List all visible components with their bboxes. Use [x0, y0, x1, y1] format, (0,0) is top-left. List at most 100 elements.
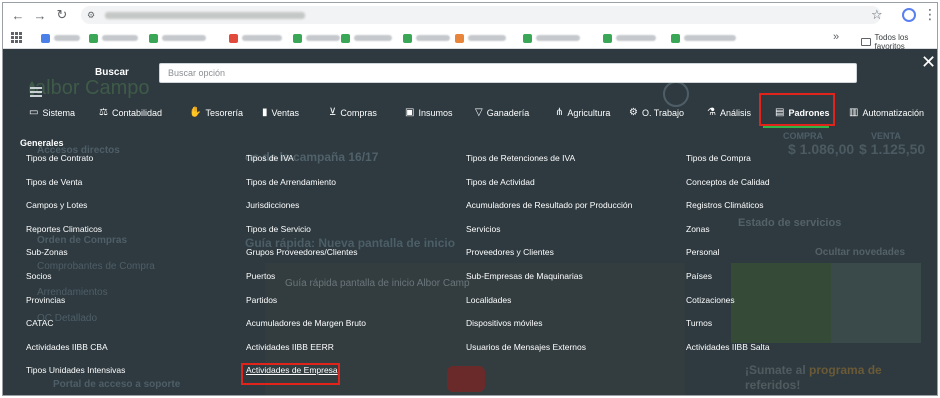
- hide-news-link: Ocultar novedades: [815, 247, 906, 258]
- analysis-icon: ⚗: [707, 107, 716, 118]
- bookmarks-bar: » Todos los favoritos: [3, 27, 937, 51]
- submenu-option-conceptos-de-calidad[interactable]: Conceptos de Calidad: [686, 177, 770, 187]
- profile-avatar-icon[interactable]: [902, 8, 916, 22]
- side-item: Orden de Compras: [37, 235, 128, 246]
- bookmark-item[interactable]: [229, 33, 282, 43]
- bookmark-item[interactable]: [671, 33, 736, 43]
- submenu-option-registros-climaticos[interactable]: Registros Climáticos: [686, 200, 763, 210]
- video-title: Guía rápida pantalla de inicio Albor Cam…: [285, 278, 470, 289]
- reload-icon[interactable]: ↻: [51, 4, 73, 26]
- menu-o-trabajo[interactable]: ⚙ O. Trabajo: [629, 106, 684, 120]
- bookmark-item[interactable]: [41, 33, 80, 43]
- submenu-option-paises[interactable]: Países: [686, 271, 712, 281]
- bookmark-item[interactable]: [403, 33, 450, 43]
- browser-menu-icon[interactable]: ⋮: [923, 6, 937, 22]
- menu-ganaderia[interactable]: ▽ Ganadería: [475, 106, 529, 120]
- submenu-option-tipos-de-venta[interactable]: Tipos de Venta: [26, 177, 82, 187]
- search-input[interactable]: Buscar opción: [159, 63, 857, 83]
- submenu-option-acumuladores-de-margen-bruto[interactable]: Acumuladores de Margen Bruto: [246, 318, 366, 328]
- submenu-option-tipos-de-iva[interactable]: Tipos de IVA: [246, 153, 294, 163]
- submenu-option-tipos-de-servicio[interactable]: Tipos de Servicio: [246, 224, 311, 234]
- submenu-option-actividades-iibb-salta[interactable]: Actividades IIBB Salta: [686, 342, 770, 352]
- dolar-compra-value: $ 1.086,00: [788, 141, 855, 157]
- bookmark-item[interactable]: [293, 33, 340, 43]
- submenu-option-actividades-iibb-cba[interactable]: Actividades IIBB CBA: [26, 342, 108, 352]
- submenu-option-reportes-climaticos[interactable]: Reportes Climaticos: [26, 224, 102, 234]
- forward-arrow-icon[interactable]: →: [29, 4, 51, 26]
- scale-icon: ⚖: [99, 107, 108, 118]
- submenu-option-personal[interactable]: Personal: [686, 247, 720, 257]
- bookmark-item[interactable]: [341, 33, 392, 43]
- submenu-option-servicios[interactable]: Servicios: [466, 224, 500, 234]
- menu-contabilidad[interactable]: ⚖ Contabilidad: [99, 106, 162, 120]
- folder-icon: [861, 38, 871, 46]
- play-icon: [447, 366, 485, 392]
- menu-agricultura[interactable]: ⋔ Agricultura: [555, 106, 610, 120]
- compra-label: COMPRA: [783, 131, 823, 141]
- menu-tesoreria[interactable]: ✋ Tesorería: [189, 106, 243, 120]
- side-item: Portal de acceso a soporte: [53, 379, 181, 390]
- menu-insumos[interactable]: ▣ Insumos: [405, 106, 452, 120]
- hamburger-menu-icon[interactable]: [30, 87, 42, 97]
- submenu-option-catac[interactable]: CATAC: [26, 318, 54, 328]
- box-icon: ▣: [405, 107, 415, 118]
- submenu-option-turnos[interactable]: Turnos: [686, 318, 712, 328]
- menu-ventas[interactable]: ▮ Ventas: [262, 106, 299, 120]
- submenu-option-acumuladores-de-resultado-por-produccion[interactable]: Acumuladores de Resultado por Producción: [466, 200, 632, 210]
- site-settings-icon[interactable]: ⚙: [87, 10, 97, 20]
- submenu-option-campos-y-lotes[interactable]: Campos y Lotes: [26, 200, 87, 210]
- submenu-option-zonas[interactable]: Zonas: [686, 224, 710, 234]
- news-banner-image: [731, 263, 831, 343]
- submenu-option-sub-zonas[interactable]: Sub-Zonas: [26, 247, 68, 257]
- browser-window: ← → ↻ ⚙ ☆ ⋮ » Todos los favoritos albor …: [2, 2, 938, 396]
- bar-chart-icon: ▮: [262, 107, 268, 118]
- bookmark-item[interactable]: [455, 33, 506, 43]
- cart-icon: ⊻: [329, 107, 337, 118]
- apps-grid-icon[interactable]: [11, 32, 22, 43]
- bookmark-item[interactable]: [149, 33, 206, 43]
- submenu-option-tipos-de-arrendamiento[interactable]: Tipos de Arrendamiento: [246, 177, 336, 187]
- bookmark-item[interactable]: [89, 33, 138, 43]
- group-title-generales: Generales: [20, 138, 64, 148]
- app-area: albor Campo COMPRA VENTA $ 1.086,00 $ 1.…: [3, 49, 937, 395]
- wheat-icon: ⋔: [555, 107, 564, 118]
- submenu-option-proveedores-y-clientes[interactable]: Proveedores y Clientes: [466, 247, 554, 257]
- tractor-icon: ⚙: [629, 107, 638, 118]
- menu-automatizacion[interactable]: ▥ Automatización: [849, 106, 924, 120]
- submenu-option-cotizaciones[interactable]: Cotizaciones: [686, 295, 735, 305]
- close-icon[interactable]: ✕: [921, 53, 936, 71]
- submenu-option-partidos[interactable]: Partidos: [246, 295, 277, 305]
- submenu-option-tipos-de-compra[interactable]: Tipos de Compra: [686, 153, 751, 163]
- submenu-option-localidades[interactable]: Localidades: [466, 295, 511, 305]
- padrones-highlight-box: [759, 93, 835, 126]
- back-arrow-icon[interactable]: ←: [7, 4, 29, 26]
- menu-analisis[interactable]: ⚗ Análisis: [707, 106, 751, 120]
- cow-icon: ▽: [475, 107, 483, 118]
- submenu-option-puertos[interactable]: Puertos: [246, 271, 275, 281]
- submenu-option-tipos-de-retenciones-de-iva[interactable]: Tipos de Retenciones de IVA: [466, 153, 575, 163]
- address-bar[interactable]: ⚙: [81, 6, 881, 24]
- hand-money-icon: ✋: [189, 107, 202, 118]
- bookmark-item[interactable]: [523, 33, 580, 43]
- submenu-option-provincias[interactable]: Provincias: [26, 295, 65, 305]
- more-bookmarks-icon[interactable]: »: [833, 31, 839, 43]
- referral-banner: ¡Sumate al programa de referidos!: [745, 363, 882, 392]
- submenu-option-tipos-de-contrato[interactable]: Tipos de Contrato: [26, 153, 93, 163]
- submenu-option-dispositivos-moviles[interactable]: Dispositivos móviles: [466, 318, 543, 328]
- submenu-option-socios[interactable]: Socios: [26, 271, 52, 281]
- submenu-option-jurisdicciones[interactable]: Jurisdicciones: [246, 200, 299, 210]
- submenu-option-usuarios-de-mensajes-externos[interactable]: Usuarios de Mensajes Externos: [466, 342, 586, 352]
- monitor-icon: ▭: [29, 107, 39, 118]
- menu-sistema[interactable]: ▭ Sistema: [29, 106, 75, 120]
- automation-icon: ▥: [849, 107, 859, 118]
- dolar-venta-value: $ 1.125,50: [859, 141, 926, 157]
- submenu-option-tipos-unidades-intensivas[interactable]: Tipos Unidades Intensivas: [26, 365, 125, 375]
- bookmark-star-icon[interactable]: ☆: [871, 7, 883, 23]
- submenu-option-actividades-iibb-eerr[interactable]: Actividades IIBB EERR: [246, 342, 334, 352]
- submenu-option-tipos-de-actividad[interactable]: Tipos de Actividad: [466, 177, 535, 187]
- submenu-option-sub-empresas-de-maquinarias[interactable]: Sub-Empresas de Maquinarias: [466, 271, 583, 281]
- active-menu-indicator: [763, 126, 829, 128]
- menu-compras[interactable]: ⊻ Compras: [329, 106, 377, 120]
- bookmark-item[interactable]: [603, 33, 656, 43]
- submenu-option-grupos-proveedores-clientes[interactable]: Grupos Proveedores/Clientes: [246, 247, 358, 257]
